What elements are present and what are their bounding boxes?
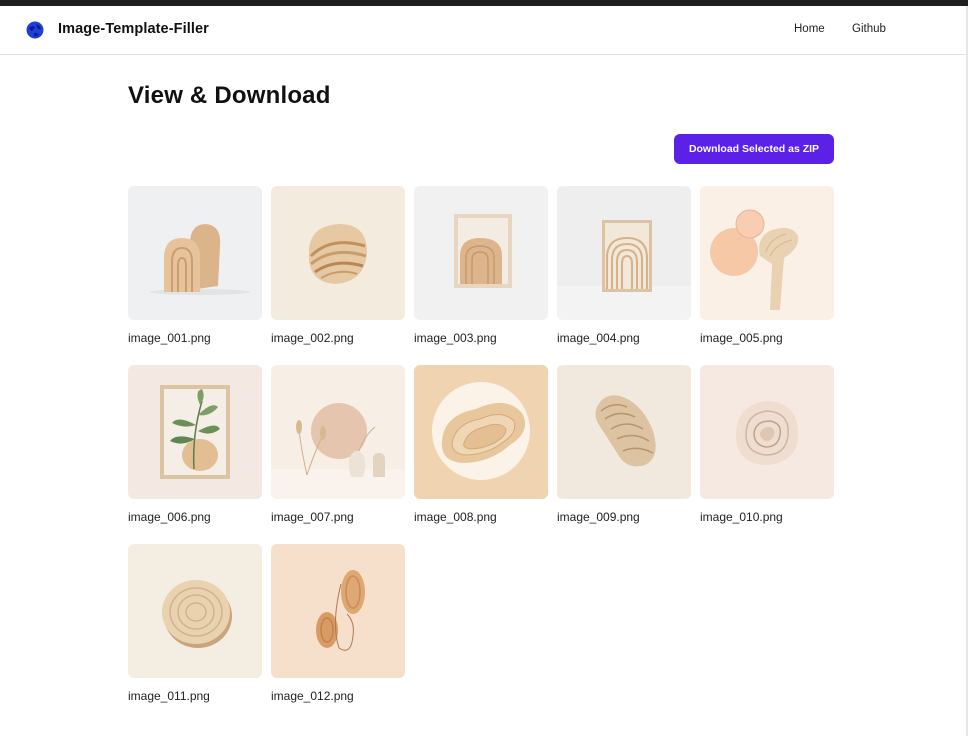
wood-ovals-image xyxy=(271,544,405,678)
image-card[interactable]: image_005.png xyxy=(700,186,834,345)
image-thumbnail[interactable] xyxy=(128,365,262,499)
globe-logo-icon[interactable] xyxy=(26,21,44,39)
image-filename: image_004.png xyxy=(557,331,640,345)
image-thumbnail[interactable] xyxy=(557,365,691,499)
image-card[interactable]: image_003.png xyxy=(414,186,548,345)
image-card[interactable]: image_002.png xyxy=(271,186,405,345)
image-card[interactable]: image_004.png xyxy=(557,186,691,345)
image-card[interactable]: image_009.png xyxy=(557,365,691,524)
image-thumbnail[interactable] xyxy=(414,186,548,320)
image-filename: image_005.png xyxy=(700,331,783,345)
image-card[interactable]: image_012.png xyxy=(271,544,405,703)
page-title: View & Download xyxy=(128,82,331,109)
image-filename: image_011.png xyxy=(128,689,210,703)
image-thumbnail[interactable] xyxy=(271,365,405,499)
wood-pebble-image xyxy=(557,365,691,499)
image-filename: image_001.png xyxy=(128,331,211,345)
wood-arches-image xyxy=(128,186,262,320)
image-card[interactable]: image_006.png xyxy=(128,365,262,524)
image-thumbnail[interactable] xyxy=(271,544,405,678)
nav-github-link[interactable]: Github xyxy=(852,23,886,35)
image-card[interactable]: image_008.png xyxy=(414,365,548,524)
framed-leaf-image xyxy=(128,365,262,499)
site-header: Image-Template-Filler Home Github xyxy=(0,6,966,55)
image-thumbnail[interactable] xyxy=(271,186,405,320)
image-filename: image_010.png xyxy=(700,510,783,524)
framed-rings-image xyxy=(557,186,691,320)
peach-circles-image xyxy=(700,186,834,320)
image-filename: image_007.png xyxy=(271,510,354,524)
download-zip-button[interactable]: Download Selected as ZIP xyxy=(674,134,834,164)
image-filename: image_012.png xyxy=(271,689,354,703)
image-filename: image_009.png xyxy=(557,510,640,524)
brand-name[interactable]: Image-Template-Filler xyxy=(58,21,209,37)
ripple-texture-image xyxy=(700,365,834,499)
nav-home-link[interactable]: Home xyxy=(794,23,825,35)
wood-slice-image xyxy=(128,544,262,678)
framed-arch-image xyxy=(414,186,548,320)
image-thumbnail[interactable] xyxy=(128,186,262,320)
image-card[interactable]: image_007.png xyxy=(271,365,405,524)
image-filename: image_008.png xyxy=(414,510,497,524)
image-filename: image_002.png xyxy=(271,331,354,345)
image-thumbnail[interactable] xyxy=(128,544,262,678)
image-thumbnail[interactable] xyxy=(700,186,834,320)
wood-stone-image xyxy=(271,186,405,320)
image-filename: image_006.png xyxy=(128,510,211,524)
image-thumbnail[interactable] xyxy=(700,365,834,499)
image-card[interactable]: image_001.png xyxy=(128,186,262,345)
image-filename: image_003.png xyxy=(414,331,497,345)
vases-sun-image xyxy=(271,365,405,499)
image-thumbnail[interactable] xyxy=(414,365,548,499)
image-card[interactable]: image_011.png xyxy=(128,544,262,703)
image-card[interactable]: image_010.png xyxy=(700,365,834,524)
wood-blob-image xyxy=(414,365,548,499)
image-thumbnail[interactable] xyxy=(557,186,691,320)
